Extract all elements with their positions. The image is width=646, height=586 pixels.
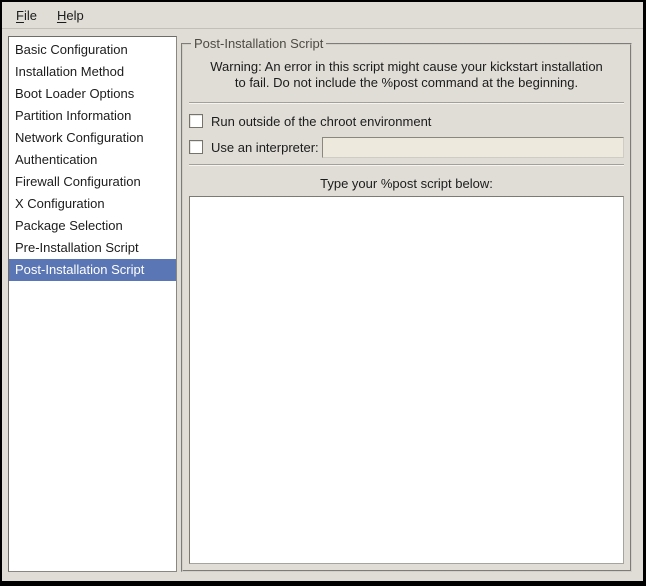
menu-help[interactable]: Help xyxy=(47,4,94,27)
run-outside-chroot-checkbox[interactable] xyxy=(189,114,203,128)
sidebar-item-post-installation-script[interactable]: Post-Installation Script xyxy=(9,259,176,281)
sidebar-item-authentication[interactable]: Authentication xyxy=(9,149,176,171)
sidebar-item-partition-information[interactable]: Partition Information xyxy=(9,105,176,127)
interpreter-input[interactable] xyxy=(322,137,624,158)
post-script-textarea[interactable] xyxy=(189,196,624,564)
warning-line-1: Warning: An error in this script might c… xyxy=(189,59,624,75)
run-outside-chroot-row[interactable]: Run outside of the chroot environment xyxy=(189,109,624,133)
sidebar-item-basic-configuration[interactable]: Basic Configuration xyxy=(9,39,176,61)
use-interpreter-label: Use an interpreter: xyxy=(211,140,319,155)
sidebar-item-firewall-configuration[interactable]: Firewall Configuration xyxy=(9,171,176,193)
menubar: File Help xyxy=(2,2,643,29)
use-interpreter-row: Use an interpreter: xyxy=(189,135,624,159)
sidebar-item-network-configuration[interactable]: Network Configuration xyxy=(9,127,176,149)
post-installation-script-frame: Post-Installation Script Warning: An err… xyxy=(181,36,632,572)
script-area-label: Type your %post script below: xyxy=(189,176,624,191)
separator xyxy=(189,164,624,166)
frame-title: Post-Installation Script xyxy=(191,36,326,51)
sidebar-item-x-configuration[interactable]: X Configuration xyxy=(9,193,176,215)
frame-body: Warning: An error in this script might c… xyxy=(189,53,624,564)
run-outside-chroot-label: Run outside of the chroot environment xyxy=(211,114,431,129)
sidebar-item-installation-method[interactable]: Installation Method xyxy=(9,61,176,83)
kickstart-configurator-window: File Help Basic Configuration Installati… xyxy=(0,0,646,586)
warning-text: Warning: An error in this script might c… xyxy=(189,59,624,91)
sidebar-item-package-selection[interactable]: Package Selection xyxy=(9,215,176,237)
sidebar-item-pre-installation-script[interactable]: Pre-Installation Script xyxy=(9,237,176,259)
section-list: Basic Configuration Installation Method … xyxy=(8,36,177,572)
menu-file[interactable]: File xyxy=(6,4,47,27)
separator xyxy=(189,102,624,104)
use-interpreter-checkbox[interactable] xyxy=(189,140,203,154)
warning-line-2: to fail. Do not include the %post comman… xyxy=(189,75,624,91)
sidebar-item-boot-loader-options[interactable]: Boot Loader Options xyxy=(9,83,176,105)
main-content: Basic Configuration Installation Method … xyxy=(2,29,643,581)
